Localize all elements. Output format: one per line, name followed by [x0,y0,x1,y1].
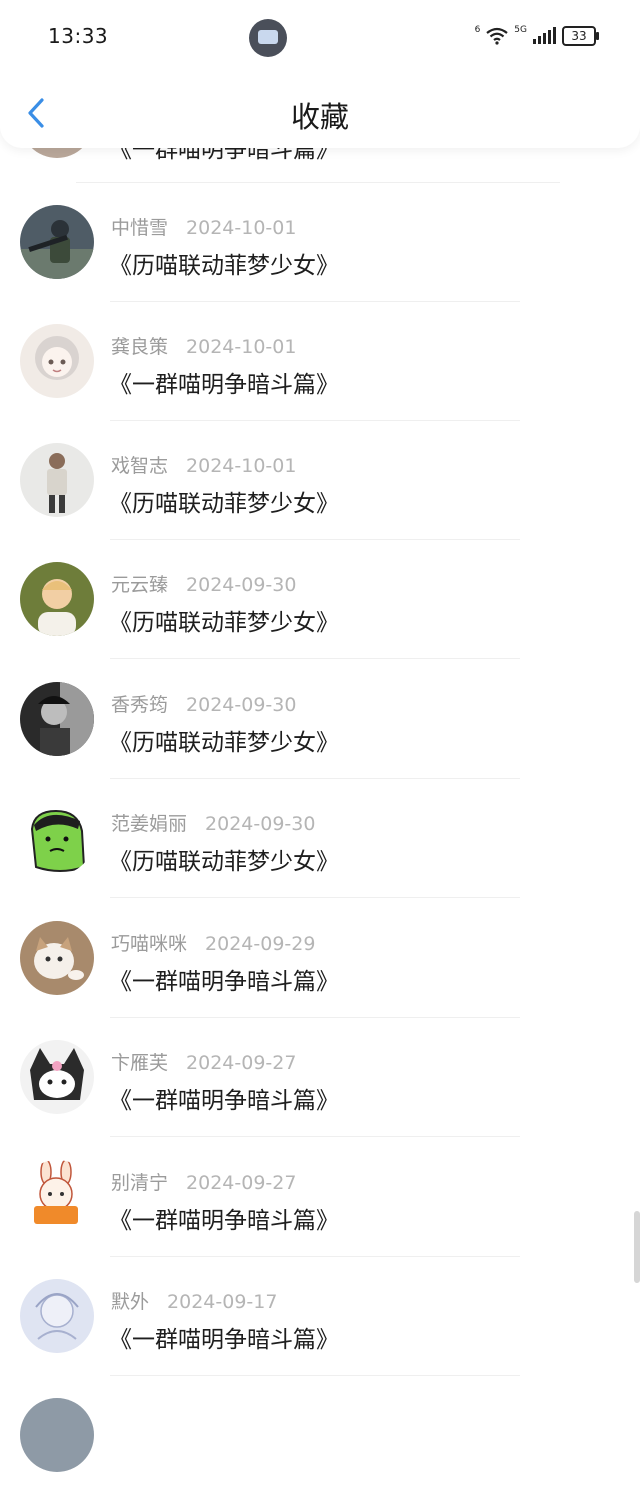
green-hulk-avatar [20,801,94,875]
list-item[interactable]: 香秀筠 2024-09-30 《历喵联动菲梦少女》 [0,660,640,779]
list-item[interactable]: 巧喵咪咪 2024-09-29 《一群喵明争暗斗篇》 [0,899,640,1018]
item-title: 《历喵联动菲梦少女》 [109,491,339,517]
item-title: 《一群喵明争暗斗篇》 [109,969,339,995]
floating-app-icon[interactable] [249,19,287,57]
item-date: 2024-09-27 [186,1172,297,1194]
list-item[interactable]: 龚良策 2024-10-01 《一群喵明争暗斗篇》 [0,302,640,421]
item-title: 《一群喵明争暗斗篇》 [109,1327,339,1353]
item-title: 《一群喵明争暗斗篇》 [109,1208,339,1234]
wifi-icon [486,27,508,45]
item-date: 2024-09-17 [167,1291,278,1313]
cat-avatar [20,921,94,995]
user-name: 别清宁 [111,1172,169,1194]
item-date: 2024-09-30 [186,574,297,596]
list-item[interactable]: 默外 2024-09-17 《一群喵明争暗斗篇》 [0,1257,640,1376]
network-label: 5G [514,25,527,35]
list-item[interactable] [0,1376,640,1495]
divider [110,1136,520,1137]
user-name: 香秀筠 [111,694,169,716]
user-name: 默外 [111,1291,150,1313]
item-title: 《一群喵明争暗斗篇》 [109,372,339,398]
status-icons: 6 5G 33 [474,25,599,46]
bunny-cartoon-avatar [20,1160,94,1234]
kuromi-avatar [20,1040,94,1114]
list-item[interactable]: 范姜娟丽 2024-09-30 《历喵联动菲梦少女》 [0,779,640,898]
battery-icon: 33 [562,26,599,46]
user-name: 卞雁芙 [111,1052,169,1074]
item-date: 2024-09-29 [205,933,316,955]
item-date: 2024-10-01 [186,455,297,477]
list-item[interactable]: 戏智志 2024-10-01 《历喵联动菲梦少女》 [0,421,640,540]
wifi-label: 6 [474,25,481,35]
child-avatar [20,562,94,636]
item-user: 巧喵咪咪 2024-09-29 [111,929,315,956]
user-name: 中惜雪 [111,217,169,239]
scrollbar[interactable] [634,1211,640,1283]
anime-girl-avatar [20,324,94,398]
item-user: 范姜娟丽 2024-09-30 [111,809,315,836]
user-name: 龚良策 [111,336,169,358]
status-bar: 13:33 6 5G 33 [0,0,640,76]
item-user: 龚良策 2024-10-01 [111,332,296,359]
item-date: 2024-09-30 [186,694,297,716]
bw-portrait-avatar [20,682,94,756]
item-title: 《历喵联动菲梦少女》 [109,730,339,756]
page-title: 收藏 [290,100,349,134]
signal-icon [533,27,556,44]
list-item[interactable]: 元云臻 2024-09-30 《历喵联动菲梦少女》 [0,540,640,659]
game-character-avatar [20,443,94,517]
user-name: 戏智志 [111,455,169,477]
item-user: 元云臻 2024-09-30 [111,570,296,597]
item-user: 别清宁 2024-09-27 [111,1168,296,1195]
item-date: 2024-09-30 [205,813,316,835]
header: 13:33 6 5G 33 收藏 [0,0,640,148]
item-user: 戏智志 2024-10-01 [111,451,296,478]
divider [110,897,520,898]
item-title: 《历喵联动菲梦少女》 [109,610,339,636]
list-item[interactable]: 别清宁 2024-09-27 《一群喵明争暗斗篇》 [0,1138,640,1257]
user-name: 元云臻 [111,574,169,596]
item-user: 香秀筠 2024-09-30 [111,690,296,717]
sketch-avatar [20,1279,94,1353]
item-title: 《一群喵明争暗斗篇》 [109,1088,339,1114]
user-name: 范姜娟丽 [111,813,188,835]
user-name: 巧喵咪咪 [111,933,188,955]
list-item[interactable]: 中惜雪 2024-10-01 《历喵联动菲梦少女》 [0,183,640,302]
item-user: 默外 2024-09-17 [111,1287,277,1314]
battery-level: 33 [571,29,587,43]
item-date: 2024-09-27 [186,1052,297,1074]
soldier-avatar [20,205,94,279]
avatar [20,1398,94,1472]
item-user: 卞雁芙 2024-09-27 [111,1048,296,1075]
list-item[interactable]: 卞雁芙 2024-09-27 《一群喵明争暗斗篇》 [0,1018,640,1137]
item-date: 2024-10-01 [186,336,297,358]
divider [110,658,520,659]
item-user: 中惜雪 2024-10-01 [111,213,296,240]
item-title: 《历喵联动菲梦少女》 [109,253,339,279]
item-date: 2024-10-01 [186,217,297,239]
item-title: 《历喵联动菲梦少女》 [109,849,339,875]
clock: 13:33 [48,24,109,48]
